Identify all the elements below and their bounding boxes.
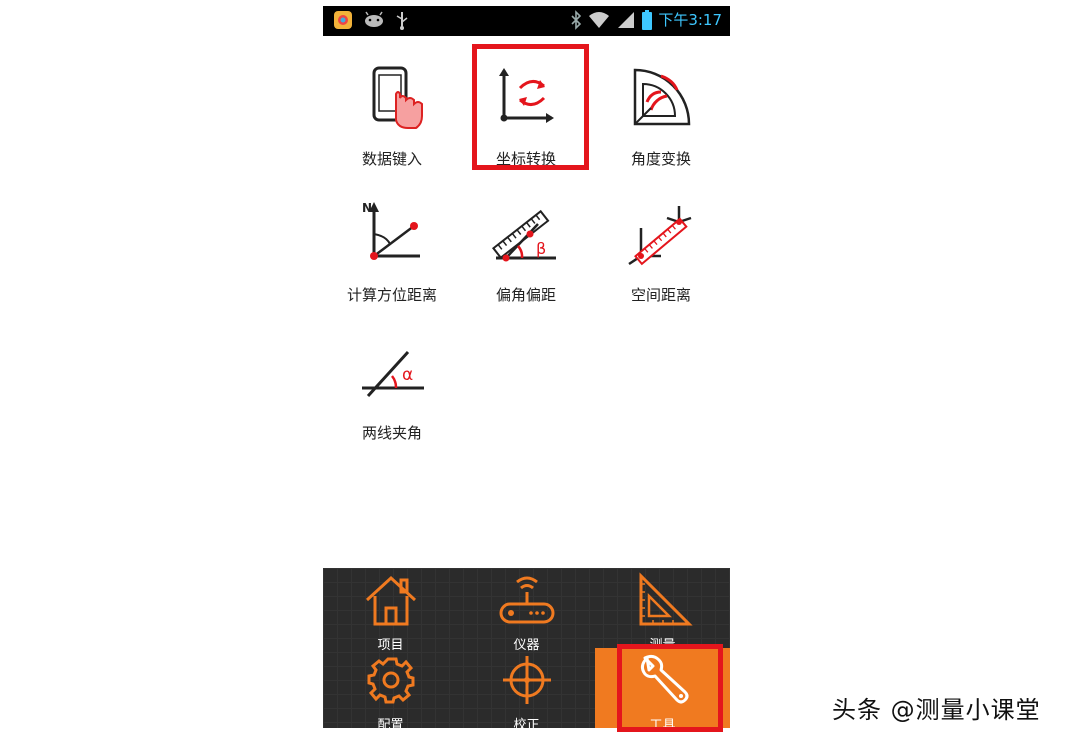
tool-label: 角度变换 (630, 150, 691, 168)
nav-item-calibrate[interactable]: 校正 (459, 648, 594, 733)
android-icon (365, 11, 383, 27)
status-time: 下午3:17 (658, 11, 722, 29)
highlight-tools (617, 644, 723, 732)
nav-item-project[interactable]: 项目 (323, 568, 458, 653)
tool-label: 数据键入 (361, 150, 422, 168)
home-icon (365, 575, 416, 626)
nav-item-config[interactable]: 配置 (323, 648, 458, 733)
gear-icon (367, 657, 414, 704)
tool-label: 偏角偏距 (495, 286, 556, 304)
nav-label: 校正 (513, 718, 540, 733)
highlight-coordinate-conversion (472, 44, 589, 170)
tool-data-entry[interactable]: 数据键入 (327, 62, 457, 169)
nav-item-instrument[interactable]: 仪器 (459, 568, 594, 653)
angle-offset-icon: β (491, 209, 556, 262)
tool-angle-offset[interactable]: β 偏角偏距 (461, 198, 591, 305)
set-square-icon (639, 572, 693, 626)
router-icon (499, 576, 554, 624)
svg-text:N: N (362, 201, 372, 215)
tool-label: 空间距离 (630, 286, 691, 304)
signal-icon (618, 11, 635, 28)
watermark: 头条 @测量小课堂 (832, 696, 1041, 724)
tool-azimuth-distance[interactable]: N 计算方位距离 (327, 198, 457, 305)
tool-label: 两线夹角 (361, 424, 422, 442)
touch-phone-icon (372, 66, 423, 129)
svg-text:α: α (402, 365, 413, 385)
tool-spatial-distance[interactable]: 空间距离 (596, 198, 726, 305)
browser-app-icon (334, 11, 352, 29)
wifi-icon (589, 11, 610, 28)
tool-label: 计算方位距离 (347, 286, 438, 304)
tool-angle-transform[interactable]: 角度变换 (596, 62, 726, 169)
spatial-distance-icon (628, 206, 692, 266)
phone-screen: 下午3:17 数据键入 坐标转换 角度变换 N 计算方位距离 β 偏角偏距 空间… (323, 0, 730, 733)
battery-icon (642, 9, 653, 30)
line-angle-icon: α (362, 350, 424, 398)
tool-line-angle[interactable]: α 两线夹角 (327, 336, 457, 443)
nav-label: 配置 (377, 718, 404, 733)
azimuth-distance-icon: N (362, 201, 420, 260)
protractor-icon (633, 68, 691, 126)
status-bar: 下午3:17 (323, 6, 730, 36)
svg-text:β: β (536, 239, 546, 258)
bluetooth-icon (571, 9, 582, 30)
usb-icon (396, 12, 408, 30)
crosshair-icon (502, 656, 551, 704)
nav-item-measure[interactable]: 测量 (595, 568, 730, 653)
